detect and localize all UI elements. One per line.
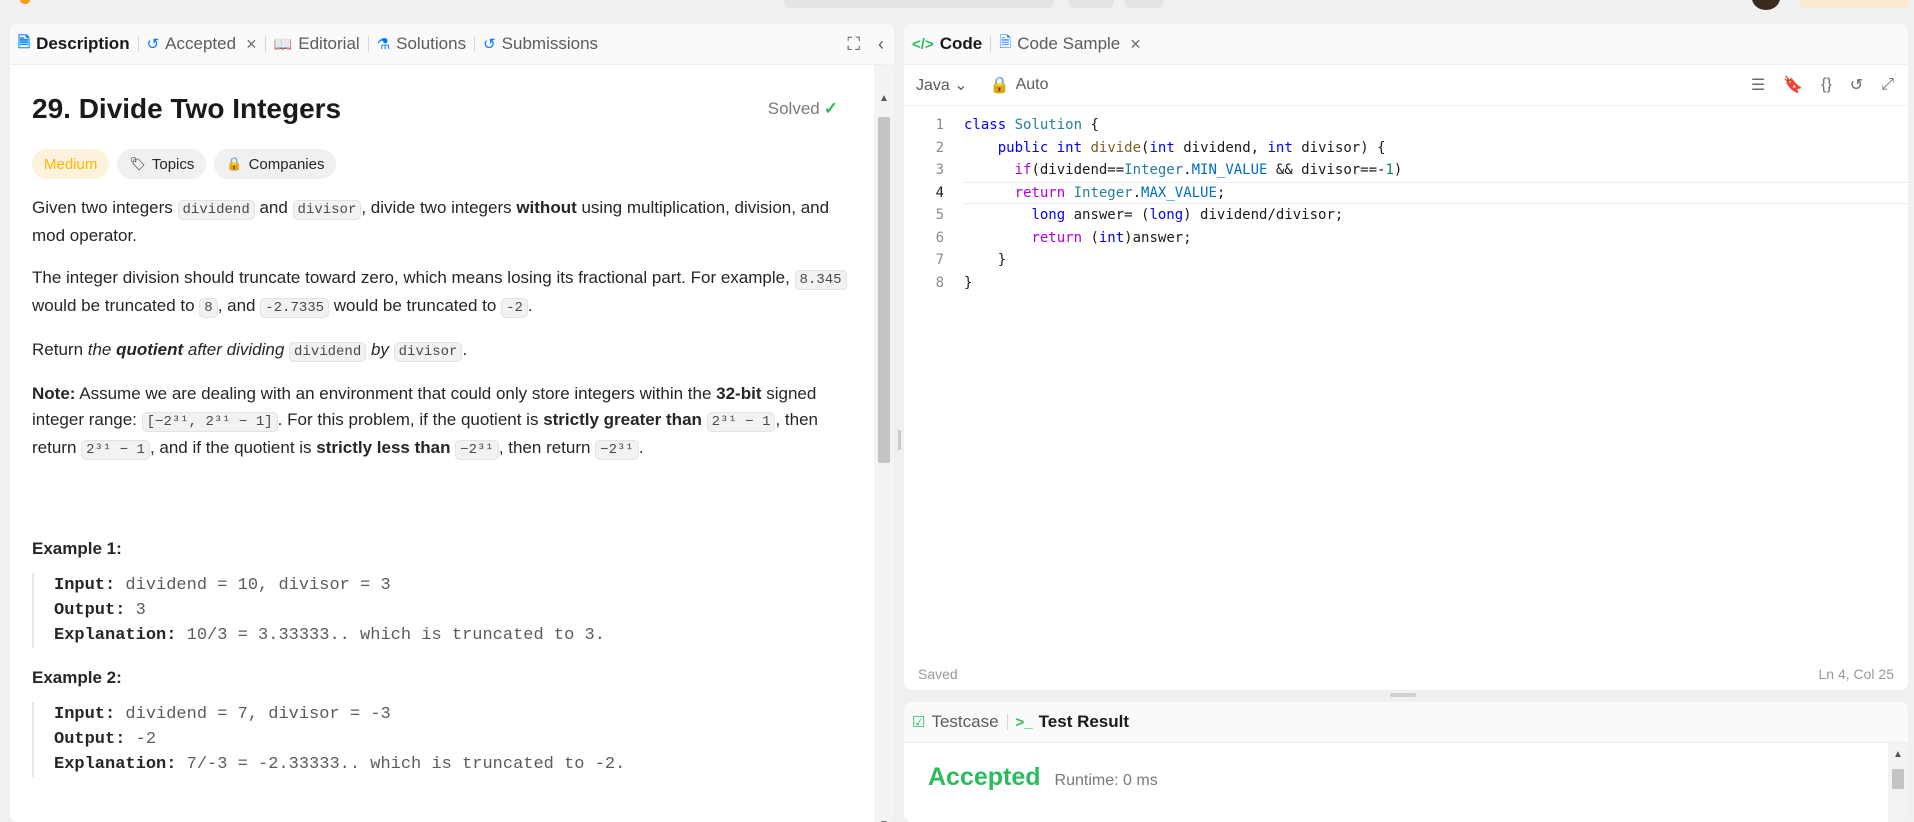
panel-actions: ⛶ ‹ bbox=[847, 24, 884, 64]
code-line: 7 } bbox=[935, 252, 1007, 268]
scrollbar-thumb[interactable] bbox=[878, 117, 890, 463]
paragraph: The integer division should truncate tow… bbox=[32, 265, 852, 321]
tab-editorial[interactable]: 📖 Editorial bbox=[266, 24, 368, 64]
paragraph: Given two integers dividend and divisor,… bbox=[32, 198, 830, 245]
description-tabbar: 🗎 Description ↺ Accepted × 📖 Editorial ⚗… bbox=[10, 24, 894, 65]
code-line: 2 public int divide(int dividend, int di… bbox=[935, 139, 1386, 156]
cursor-position: Ln 4, Col 25 bbox=[1818, 666, 1895, 682]
check-circle-icon: ✓ bbox=[823, 99, 838, 118]
result-tabbar: ☑ Testcase >_ Test Result bbox=[904, 702, 1908, 743]
companies-button[interactable]: 🔒 Companies bbox=[214, 149, 337, 179]
editor-toolbar: Java ⌄ 🔒 Auto ☰ 🔖 {} ↺ ⤢ bbox=[904, 65, 1908, 106]
avatar[interactable] bbox=[1752, 0, 1780, 10]
tab-accepted[interactable]: ↺ Accepted × bbox=[139, 24, 265, 64]
scroll-up-icon[interactable]: ▲ bbox=[1893, 749, 1903, 760]
test-result-panel: ☑ Testcase >_ Test Result Accepted Runti… bbox=[904, 702, 1908, 822]
fullscreen-icon[interactable]: ⛶ bbox=[847, 34, 860, 55]
checkbox-icon: ☑ bbox=[912, 714, 926, 731]
tab-label: Description bbox=[36, 34, 130, 53]
example-title: Example 2: bbox=[32, 668, 122, 687]
tab-label: Solutions bbox=[396, 34, 467, 53]
logo-icon[interactable] bbox=[20, 0, 30, 4]
terminal-icon: >_ bbox=[1015, 713, 1033, 731]
description-icon: 🗎 bbox=[18, 33, 31, 51]
description-scrollbar[interactable]: ▲ ▼ bbox=[874, 65, 894, 822]
tag-chips: Medium 🏷 Topics 🔒 Companies bbox=[32, 149, 852, 179]
file-icon: 🗎 bbox=[999, 33, 1012, 51]
save-status: Saved bbox=[918, 666, 958, 682]
note-paragraph: Note: Assume we are dealing with an envi… bbox=[32, 384, 819, 460]
tab-label: Submissions bbox=[501, 34, 599, 53]
runtime-label: Runtime: 0 ms bbox=[1054, 772, 1158, 789]
tab-test-result[interactable]: >_ Test Result bbox=[1008, 702, 1137, 742]
result-scrollbar[interactable]: ▲ bbox=[1888, 743, 1908, 822]
editor-tabbar: </> Code 🗎 Code Sample × bbox=[904, 24, 1908, 65]
tab-label: Accepted bbox=[165, 34, 237, 53]
format-icon[interactable]: ☰ bbox=[1751, 75, 1765, 95]
code-area[interactable]: 1 class Solution { 2 public int divide(in… bbox=[904, 114, 1908, 674]
expand-icon[interactable]: ⤢ bbox=[1881, 76, 1894, 94]
code-line: 5 long answer= (long) dividend/divisor; bbox=[935, 207, 1344, 223]
code-line: 3 if(dividend==Integer.MIN_VALUE && divi… bbox=[935, 162, 1403, 178]
code-line-current: 4 return Integer.MAX_VALUE; bbox=[904, 181, 1908, 205]
braces-icon[interactable]: {} bbox=[1821, 76, 1832, 94]
difficulty-badge[interactable]: Medium bbox=[32, 149, 110, 179]
example-title: Example 1: bbox=[32, 539, 122, 558]
topics-button[interactable]: 🏷 Topics bbox=[117, 149, 207, 179]
code-line: 8} bbox=[935, 274, 973, 291]
lock-icon: 🔒 bbox=[989, 77, 1010, 94]
tab-solutions[interactable]: ⚗ Solutions bbox=[369, 24, 474, 64]
collapse-left-icon[interactable]: ‹ bbox=[878, 34, 884, 55]
horizontal-resize-handle[interactable] bbox=[1390, 693, 1416, 697]
example-block: Input: dividend = 10, divisor = 3 Output… bbox=[32, 573, 852, 648]
problem-description: 29. Divide Two Integers Solved ✓ Medium 🏷… bbox=[10, 65, 874, 822]
reset-icon[interactable]: ↺ bbox=[1850, 75, 1863, 95]
nav-pill[interactable] bbox=[784, 0, 1054, 8]
auto-mode-label[interactable]: Auto bbox=[1016, 76, 1049, 94]
nav-pill[interactable] bbox=[1068, 0, 1114, 8]
editor-tools: ☰ 🔖 {} ↺ ⤢ bbox=[1751, 65, 1894, 105]
scrollbar-thumb[interactable] bbox=[1892, 769, 1904, 789]
scroll-up-icon[interactable]: ▲ bbox=[879, 93, 889, 104]
chevron-down-icon: ⌄ bbox=[954, 77, 968, 94]
lock-icon: 🔒 bbox=[226, 156, 243, 171]
tag-icon: 🏷 bbox=[129, 156, 146, 171]
example-block: Input: dividend = 7, divisor = -3 Output… bbox=[32, 702, 852, 777]
tab-description[interactable]: 🗎 Description bbox=[10, 24, 138, 64]
tab-label: Editorial bbox=[298, 34, 360, 53]
history-icon: ↺ bbox=[146, 36, 160, 53]
tab-code[interactable]: </> Code bbox=[904, 24, 990, 64]
language-select[interactable]: Java ⌄ bbox=[916, 75, 968, 95]
close-icon[interactable]: × bbox=[246, 34, 257, 55]
tab-submissions[interactable]: ↺ Submissions bbox=[475, 24, 606, 64]
result-content: Accepted Runtime: 0 ms bbox=[904, 743, 1908, 812]
code-line: 6 return (int)answer; bbox=[935, 229, 1192, 246]
tab-testcase[interactable]: ☑ Testcase bbox=[904, 702, 1007, 742]
history-icon: ↺ bbox=[483, 36, 496, 53]
code-line: 1 class Solution { bbox=[935, 117, 1099, 133]
code-editor-panel: </> Code 🗎 Code Sample × Java ⌄ 🔒 Auto ☰… bbox=[904, 24, 1908, 690]
nav-pill[interactable] bbox=[1124, 0, 1164, 8]
premium-button[interactable] bbox=[1800, 0, 1910, 8]
paragraph: Return the quotient after dividing divid… bbox=[32, 340, 468, 362]
close-icon[interactable]: × bbox=[1130, 34, 1141, 55]
panel-resize-handle[interactable] bbox=[898, 430, 901, 450]
flask-icon: ⚗ bbox=[376, 36, 391, 53]
bookmark-icon[interactable]: 🔖 bbox=[1783, 75, 1803, 95]
tab-code-sample[interactable]: 🗎 Code Sample × bbox=[991, 24, 1149, 64]
solved-status: Solved ✓ bbox=[767, 99, 838, 118]
book-icon: 📖 bbox=[273, 36, 293, 53]
result-status: Accepted bbox=[928, 763, 1041, 791]
page-title[interactable]: 29. Divide Two Integers bbox=[32, 93, 852, 125]
top-navbar bbox=[0, 0, 1914, 12]
code-icon: </> bbox=[912, 35, 934, 53]
description-panel: 🗎 Description ↺ Accepted × 📖 Editorial ⚗… bbox=[10, 24, 894, 822]
